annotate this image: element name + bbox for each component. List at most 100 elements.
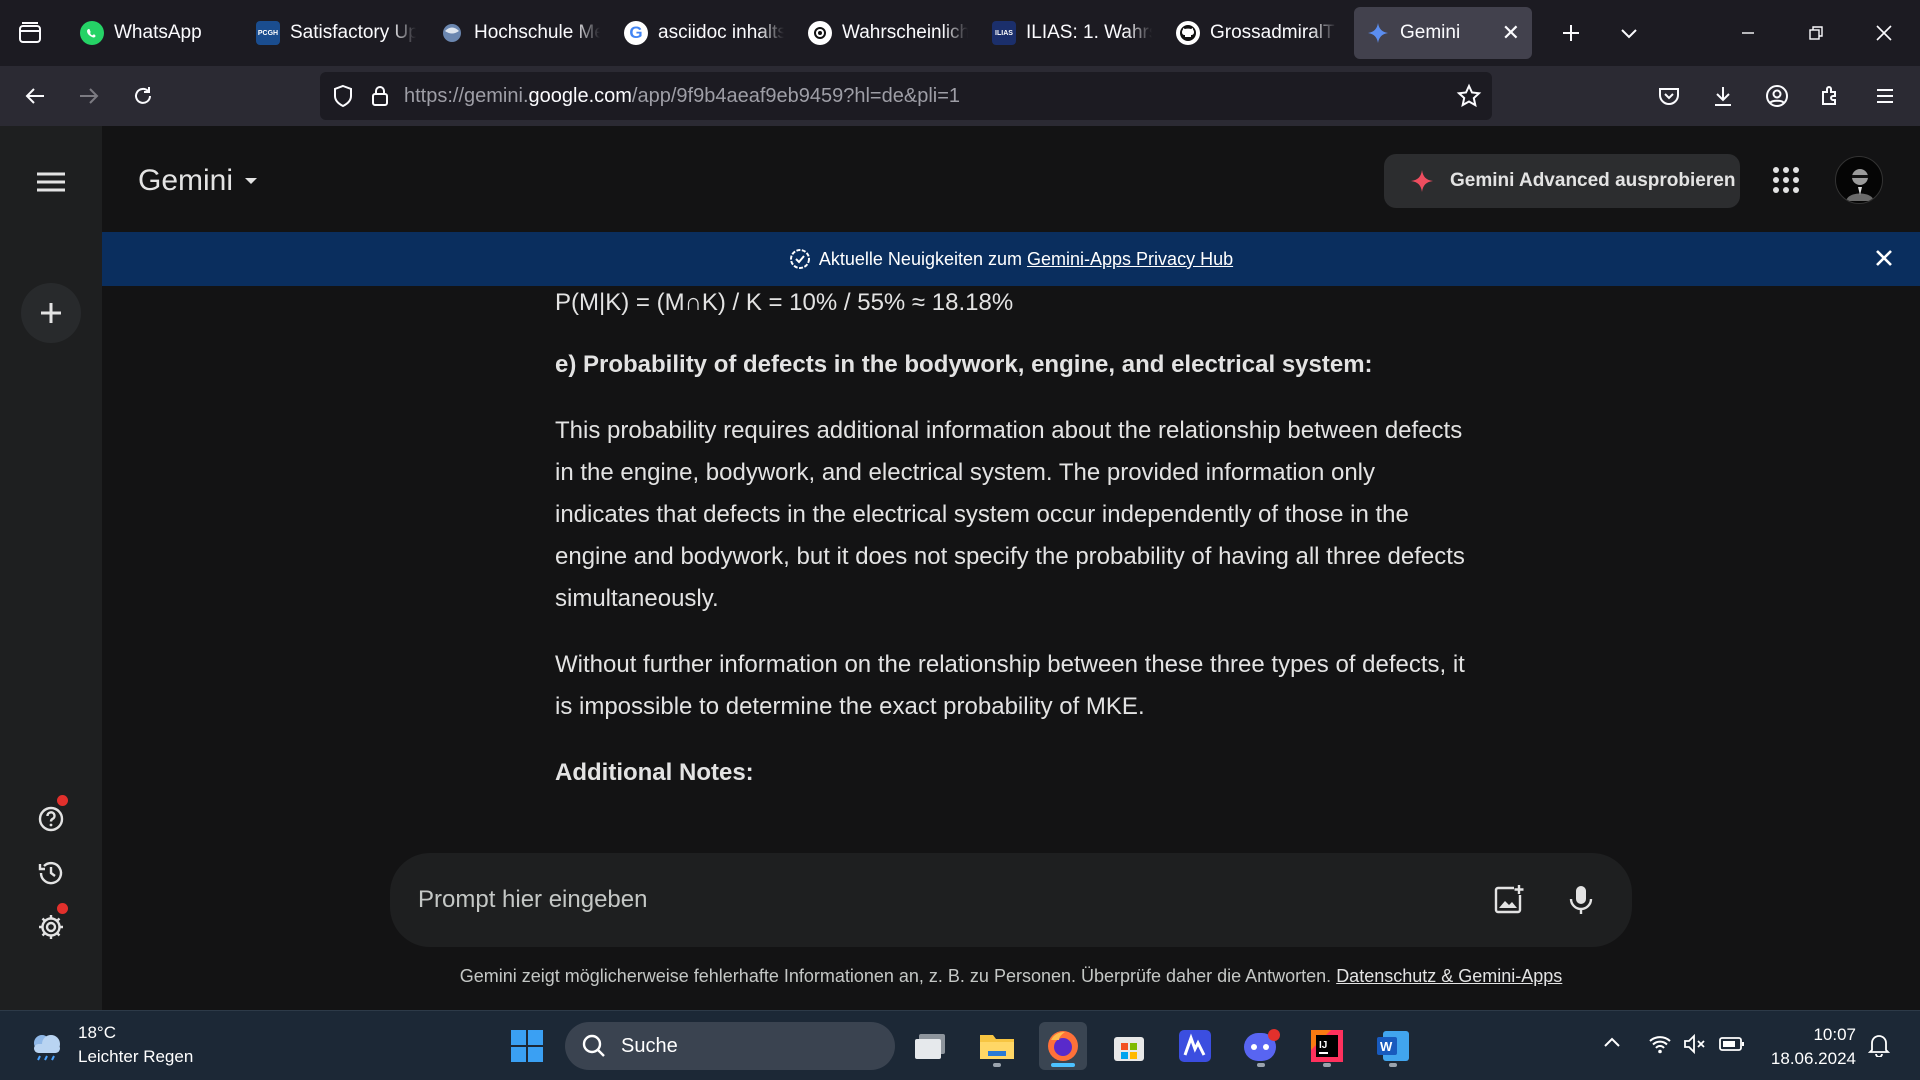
tab-overview-button[interactable] [0, 0, 60, 66]
notification-dot [57, 903, 68, 914]
help-button[interactable] [36, 795, 68, 834]
google-apps-button[interactable] [1772, 166, 1800, 199]
account-button[interactable] [1750, 66, 1804, 126]
word-button[interactable]: W [1369, 1022, 1417, 1070]
microphone-button[interactable] [1566, 883, 1596, 924]
add-image-icon [1494, 885, 1524, 914]
extensions-button[interactable] [1804, 66, 1858, 126]
gemini-model-selector[interactable]: Gemini [138, 164, 261, 198]
svg-text:IJ: IJ [1319, 1040, 1327, 1051]
tab-wahrscheinlich[interactable]: Wahrscheinlich [796, 7, 980, 59]
running-indicator [1389, 1063, 1397, 1067]
discord-icon [1244, 1029, 1280, 1061]
task-view-button[interactable] [907, 1022, 955, 1070]
start-button[interactable] [503, 1022, 551, 1070]
tab-label: GrossadmiralTI [1210, 22, 1336, 43]
svg-text:W: W [1380, 1039, 1393, 1054]
github-icon [1176, 21, 1200, 45]
download-icon [1715, 87, 1731, 106]
close-window-button[interactable] [1850, 0, 1918, 66]
tab-asciidoc[interactable]: G asciidoc inhalts [612, 7, 796, 59]
chevron-down-icon [1621, 29, 1637, 39]
rain-cloud-icon [34, 1035, 60, 1061]
tab-github[interactable]: GrossadmiralTI [1164, 7, 1348, 59]
task-view-icon [915, 1034, 945, 1059]
new-chat-button[interactable] [21, 283, 81, 343]
url-bar[interactable]: https://gemini.google.com/app/9f9b4aeaf9… [320, 72, 1492, 120]
tab-label: ILIAS: 1. Wahrs [1026, 22, 1152, 43]
new-tab-button[interactable] [1542, 0, 1600, 66]
minimize-icon [1742, 32, 1754, 34]
gemini-advanced-button[interactable]: Gemini Advanced ausprobieren [1384, 154, 1740, 208]
reload-icon [135, 87, 151, 104]
settings-button[interactable] [36, 903, 68, 942]
main-menu-button[interactable] [28, 166, 74, 203]
url-text[interactable]: https://gemini.google.com/app/9f9b4aeaf9… [404, 85, 960, 108]
running-indicator [1257, 1063, 1265, 1067]
tab-gemini[interactable]: Gemini ✕ [1354, 7, 1532, 59]
back-button[interactable] [8, 66, 62, 126]
volume-button[interactable] [1683, 1033, 1707, 1060]
show-hidden-icons-button[interactable] [1602, 1033, 1622, 1058]
banner-close-button[interactable] [1872, 246, 1896, 275]
tab-ilias[interactable]: ILIAS ILIAS: 1. Wahrs [980, 7, 1164, 59]
upload-image-button[interactable] [1492, 883, 1526, 924]
prompt-input[interactable]: Prompt hier eingeben [390, 853, 1632, 947]
mathcad-button[interactable] [1171, 1022, 1219, 1070]
store-icon [1114, 1037, 1144, 1061]
verified-badge-icon [789, 249, 810, 269]
battery-button[interactable] [1719, 1033, 1745, 1060]
network-button[interactable] [1648, 1033, 1672, 1060]
app-menu-button[interactable] [1858, 66, 1912, 126]
running-indicator [1323, 1063, 1331, 1067]
profile-picture-icon [1846, 169, 1874, 201]
activity-button[interactable] [36, 858, 66, 888]
privacy-hub-banner: Aktuelle Neuigkeiten zum Gemini-Apps Pri… [102, 232, 1920, 286]
chatgpt-icon [808, 21, 832, 45]
gemini-app: Gemini Gemini Advanced ausprobieren Aktu… [0, 126, 1920, 1010]
sparkle-icon [1411, 170, 1433, 192]
tab-label: Satisfactory Up [290, 22, 416, 43]
notification-dot [57, 795, 68, 806]
help-icon [38, 806, 64, 832]
taskbar-search[interactable]: Suche [565, 1022, 895, 1070]
firefox-button[interactable] [1039, 1022, 1087, 1070]
lock-icon[interactable] [370, 84, 390, 108]
notifications-button[interactable] [1867, 1033, 1891, 1062]
weather-widget[interactable]: 18°C Leichter Regen [26, 1021, 193, 1069]
taskbar: 18°C Leichter Regen Suche IJ W 10:07 18.… [0, 1010, 1920, 1080]
tracking-shield-icon[interactable] [332, 84, 354, 108]
restore-button[interactable] [1782, 0, 1850, 66]
caret-down-icon [245, 178, 258, 184]
microsoft-store-button[interactable] [1105, 1022, 1153, 1070]
forward-button[interactable] [62, 66, 116, 126]
privacy-link[interactable]: Datenschutz & Gemini-Apps [1336, 966, 1562, 986]
microphone-icon [1569, 886, 1593, 914]
discord-button[interactable] [1237, 1022, 1285, 1070]
privacy-hub-link[interactable]: Gemini-Apps Privacy Hub [1027, 249, 1233, 270]
pocket-button[interactable] [1642, 66, 1696, 126]
list-all-tabs-button[interactable] [1600, 0, 1658, 66]
tab-whatsapp[interactable]: WhatsApp [68, 7, 244, 59]
banner-text: Aktuelle Neuigkeiten zum [818, 248, 1022, 269]
word-icon: W [1377, 1031, 1409, 1061]
clock[interactable]: 10:07 18.06.2024 [1760, 1023, 1856, 1071]
intellij-button[interactable]: IJ [1303, 1022, 1351, 1070]
bookmark-star-icon[interactable] [1456, 83, 1482, 109]
formula-line: P(M|K) = (M∩K) / K = 10% / 55% ≈ 18.18% [555, 289, 1014, 316]
brand-title: Gemini [138, 164, 234, 197]
section-heading-notes: Additional Notes: [555, 759, 754, 786]
file-explorer-button[interactable] [973, 1022, 1021, 1070]
tab-close-icon[interactable]: ✕ [1502, 20, 1520, 46]
paragraph: This probability requires additional inf… [555, 417, 1465, 612]
reload-button[interactable] [116, 66, 170, 126]
tab-satisfactory[interactable]: PCGH Satisfactory Up [244, 7, 428, 59]
tab-hochschule[interactable]: Hochschule Me [428, 7, 612, 59]
whatsapp-icon [80, 21, 104, 45]
downloads-button[interactable] [1696, 66, 1750, 126]
firefox-icon [1048, 1031, 1078, 1061]
avatar[interactable] [1835, 156, 1883, 204]
weather-desc: Leichter Regen [78, 1047, 194, 1066]
intellij-icon: IJ [1311, 1030, 1343, 1062]
minimize-button[interactable] [1714, 0, 1782, 66]
